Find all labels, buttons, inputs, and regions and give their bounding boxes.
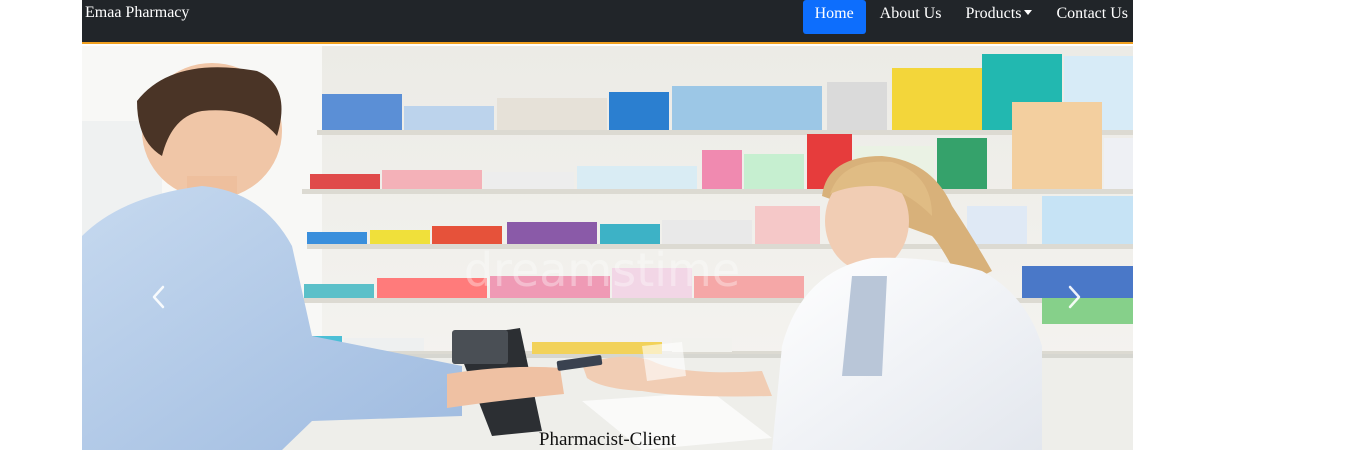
page: Emaa Pharmacy Home About Us Products Con… bbox=[0, 0, 1360, 472]
carousel-prev-control[interactable] bbox=[144, 282, 174, 312]
chevron-left-icon bbox=[152, 285, 165, 309]
carousel-next-control[interactable] bbox=[1059, 282, 1089, 312]
hero-carousel: dreamstime Pharmacist-Client bbox=[82, 46, 1133, 450]
pharmacy-hero-image: dreamstime bbox=[82, 46, 1133, 450]
brand-link[interactable]: Emaa Pharmacy bbox=[85, 4, 189, 22]
nav-link-about[interactable]: About Us bbox=[868, 0, 954, 34]
carousel-caption: Pharmacist-Client bbox=[538, 429, 677, 450]
nav-link-contact[interactable]: Contact Us bbox=[1044, 0, 1133, 34]
watermark-text: dreamstime bbox=[464, 243, 740, 297]
nav-link-home[interactable]: Home bbox=[802, 0, 866, 34]
nav-links: Home About Us Products Contact Us bbox=[802, 0, 1133, 34]
caret-down-icon bbox=[1024, 10, 1033, 15]
nav-link-products[interactable]: Products bbox=[953, 0, 1044, 34]
navbar: Emaa Pharmacy Home About Us Products Con… bbox=[82, 0, 1133, 44]
nav-link-products-label: Products bbox=[965, 5, 1022, 22]
chevron-right-icon bbox=[1068, 285, 1081, 309]
